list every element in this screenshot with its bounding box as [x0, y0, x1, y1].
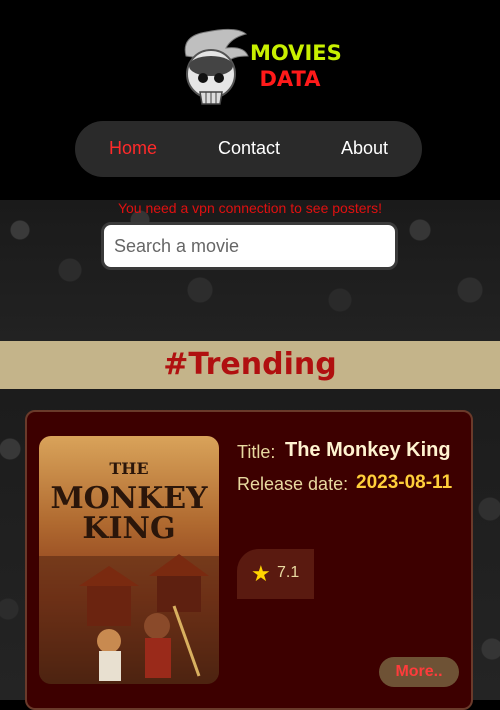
rating-badge: ★ 7.1 [237, 549, 314, 599]
release-date-label: Release date: [237, 474, 349, 494]
logo-line2: DATA [259, 67, 321, 91]
release-date: 2023-08-11 [356, 472, 453, 493]
poster-title-line2: MONKEY [50, 481, 208, 516]
nav-home-link[interactable]: Home [109, 138, 157, 159]
poster-title-line1: THE [109, 459, 149, 478]
movie-poster[interactable]: THE MONKEY KING [39, 436, 219, 684]
logo-line1: MOVIES [250, 41, 342, 65]
vpn-notice: You need a vpn connection to see posters… [117, 200, 383, 216]
poster-title-line3: KING [82, 511, 176, 546]
movie-title: The Monkey King [285, 439, 451, 461]
skull-helmet-logo-icon [184, 28, 249, 105]
nav-bar: Home Contact About [75, 121, 422, 177]
star-icon: ★ [251, 561, 271, 586]
rating-value: 7.1 [277, 564, 300, 581]
nav-contact-link[interactable]: Contact [218, 138, 280, 159]
search-input[interactable] [101, 222, 398, 270]
title-label: Title: [237, 442, 276, 462]
trending-heading: #Trending [163, 347, 337, 382]
nav-about-link[interactable]: About [341, 138, 388, 159]
more-button[interactable]: More.. [379, 657, 459, 687]
logo[interactable]: MOVIES DATA [176, 26, 342, 114]
movie-card: THE MONKEY KING Title: The Monkey King R… [25, 410, 473, 710]
header: MOVIES DATA Home Contact About [0, 0, 500, 200]
trending-bar: #Trending [0, 341, 500, 389]
poster-title: THE MONKEY KING [39, 454, 219, 544]
logo-text: MOVIES DATA [250, 40, 342, 92]
